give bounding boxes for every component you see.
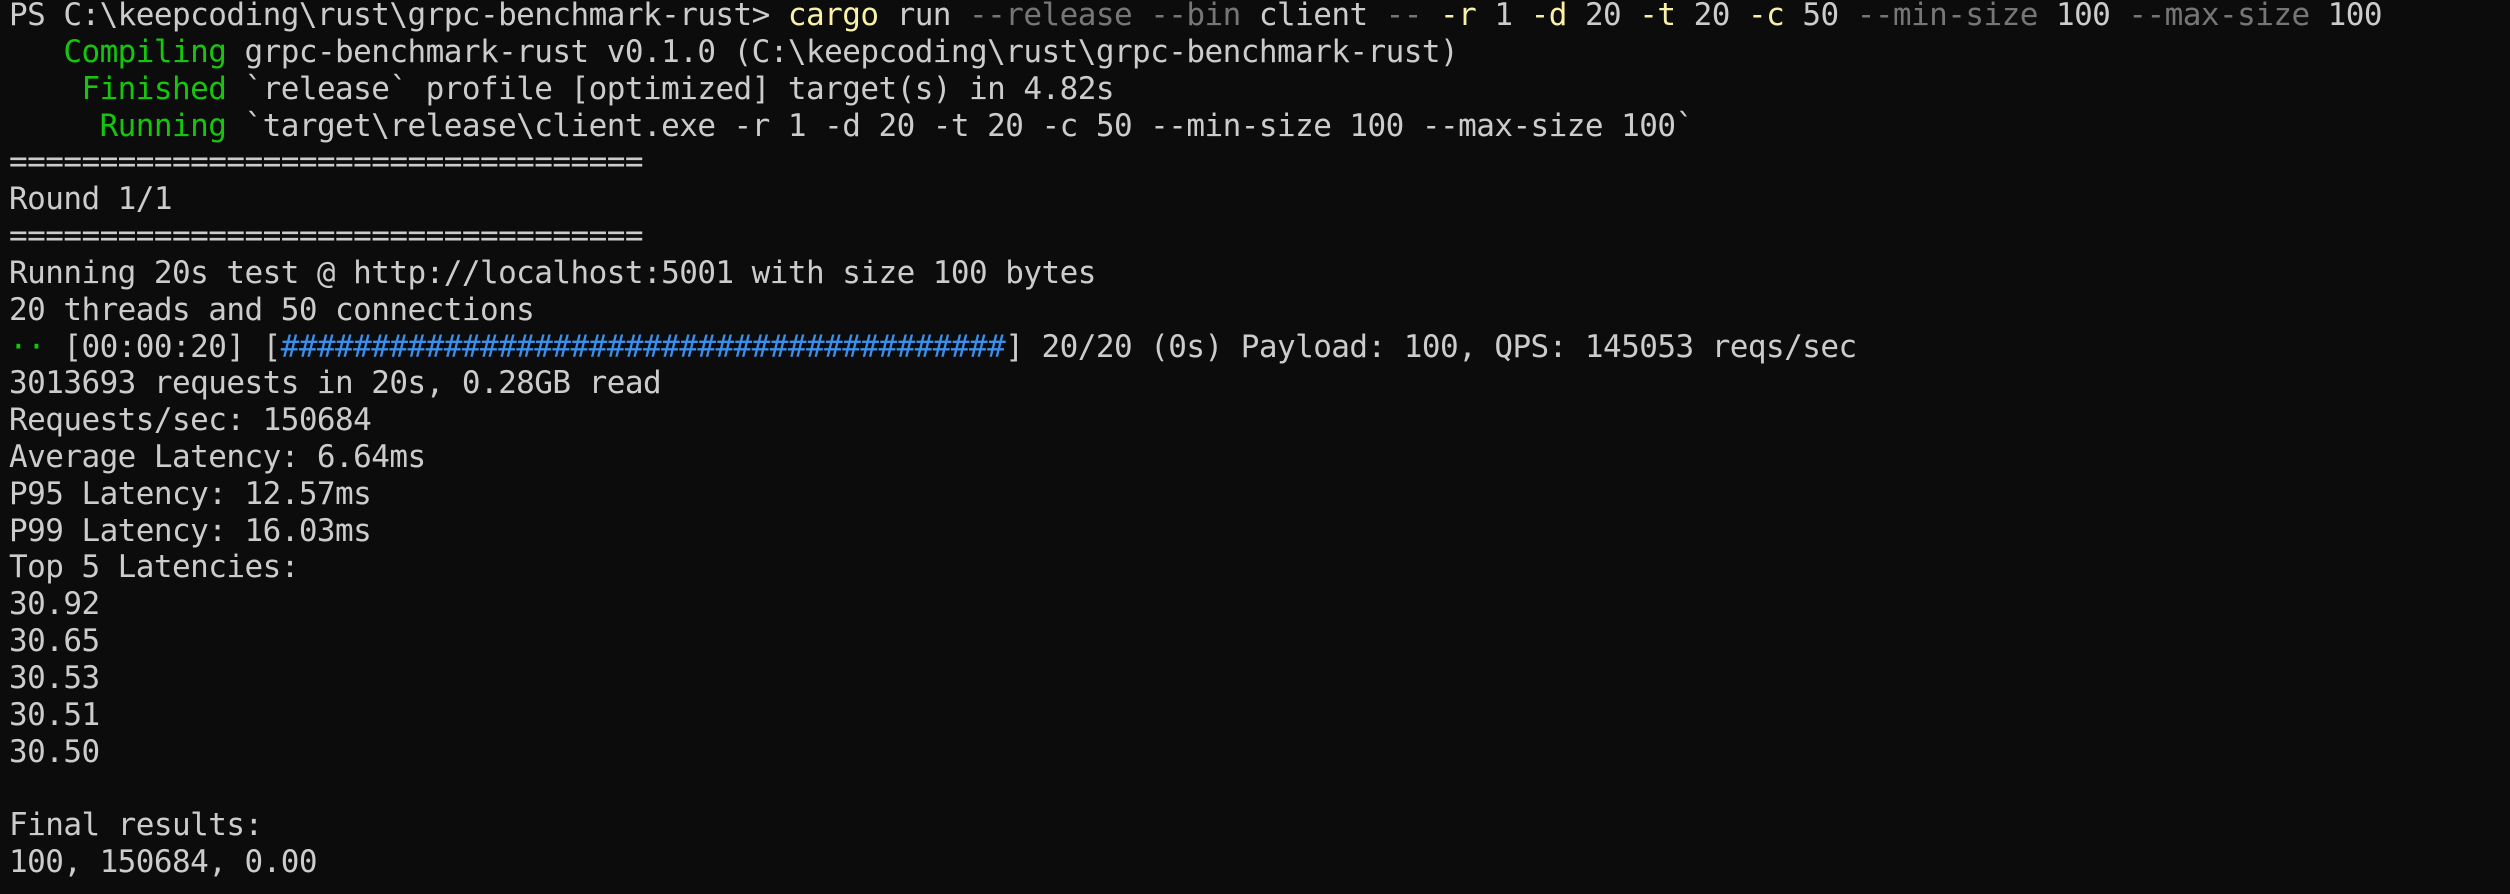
- cmd-min-flag: --min-size: [1856, 0, 2039, 33]
- final-values: 100, 150684, 0.00: [9, 844, 317, 880]
- cmd-c-flag: -c: [1748, 0, 1785, 33]
- cmd-bin-flag: --bin: [1132, 0, 1259, 33]
- cmd-max-flag: --max-size: [2128, 0, 2310, 33]
- cmd-cargo: cargo: [787, 0, 879, 33]
- compiling-line: Compiling grpc-benchmark-rust v0.1.0 (C:…: [9, 34, 1458, 71]
- top5-value: 30.50: [9, 734, 100, 770]
- rps-line: Requests/sec: 150684: [9, 402, 372, 438]
- cmd-d-val: 20: [1566, 0, 1640, 33]
- progress-line: ·· [00:00:20] [#########################…: [9, 329, 1857, 366]
- cmd-d-flag: -d: [1530, 0, 1568, 33]
- progress-bar: ########################################: [280, 329, 1006, 365]
- spinner-icon: ··: [9, 329, 46, 365]
- compiling-text: grpc-benchmark-rust v0.1.0 (C:\keepcodin…: [226, 34, 1459, 70]
- p95-latency-line: P95 Latency: 12.57ms: [9, 476, 372, 512]
- compiling-label: Compiling: [9, 34, 227, 70]
- round-label: Round 1/1: [9, 181, 173, 217]
- running-line: Running `target\release\client.exe -r 1 …: [9, 108, 1695, 145]
- prompt: PS C:\keepcoding\rust\grpc-benchmark-rus…: [9, 0, 788, 33]
- avg-latency-line: Average Latency: 6.64ms: [9, 439, 426, 475]
- cmd-r-flag: -r: [1440, 0, 1477, 33]
- threads-info: 20 threads and 50 connections: [9, 292, 535, 328]
- cmd-client: client: [1258, 0, 1386, 33]
- test-info: Running 20s test @ http://localhost:5001…: [9, 255, 1096, 291]
- cmd-min-val: 100: [2037, 0, 2129, 33]
- finished-line: Finished `release` profile [optimized] t…: [9, 71, 1114, 108]
- top5-value: 30.53: [9, 660, 100, 696]
- summary-line: 3013693 requests in 20s, 0.28GB read: [9, 365, 662, 401]
- cmd-dashdash: --: [1385, 0, 1441, 33]
- terminal-window[interactable]: PS C:\keepcoding\rust\grpc-benchmark-rus…: [0, 0, 2510, 894]
- top5-value: 30.51: [9, 697, 100, 733]
- top5-title: Top 5 Latencies:: [9, 549, 299, 585]
- finished-label: Finished: [9, 71, 227, 107]
- cmd-t-val: 20: [1675, 0, 1748, 33]
- cmd-t-flag: -t: [1639, 0, 1676, 33]
- command-line: PS C:\keepcoding\rust\grpc-benchmark-rus…: [9, 0, 2383, 34]
- progress-suffix: ] 20/20 (0s) Payload: 100, QPS: 145053 r…: [1005, 329, 1857, 365]
- progress-time: [00:00:20] [: [45, 329, 281, 365]
- cmd-r-val: 1: [1476, 0, 1531, 33]
- running-label: Running: [9, 108, 227, 144]
- running-text: `target\release\client.exe -r 1 -d 20 -t…: [226, 108, 1694, 144]
- top5-value: 30.65: [9, 623, 100, 659]
- finished-text: `release` profile [optimized] target(s) …: [226, 71, 1114, 107]
- cmd-run: run: [878, 0, 970, 33]
- cmd-max-val: 100: [2309, 0, 2383, 33]
- separator-top: ===================================: [9, 144, 644, 180]
- separator-bottom: ===================================: [9, 218, 644, 254]
- top5-value: 30.92: [9, 586, 100, 622]
- cmd-release-flag: --release: [969, 0, 1133, 33]
- p99-latency-line: P99 Latency: 16.03ms: [9, 513, 372, 549]
- final-title: Final results:: [9, 807, 263, 843]
- cmd-c-val: 50: [1784, 0, 1857, 33]
